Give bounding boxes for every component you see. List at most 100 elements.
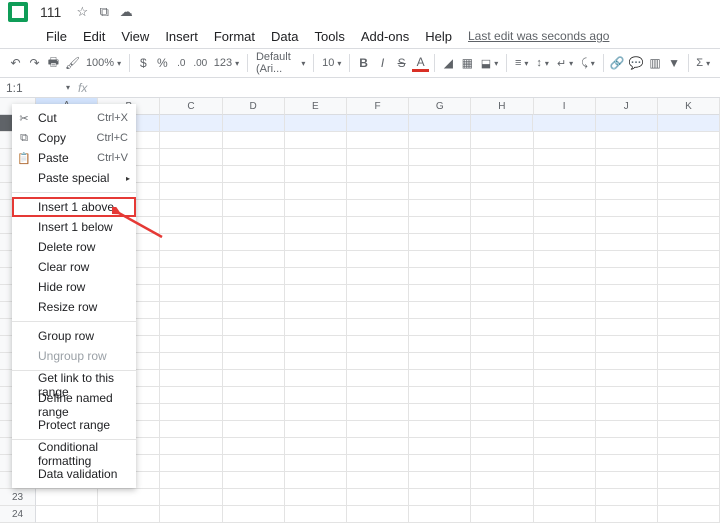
cell[interactable] — [285, 234, 347, 251]
cell[interactable] — [534, 251, 596, 268]
bold-button[interactable]: B — [355, 52, 372, 74]
chart-button[interactable]: ▥ — [647, 52, 664, 74]
cell[interactable] — [596, 472, 658, 489]
cell[interactable] — [596, 251, 658, 268]
menu-help[interactable]: Help — [417, 27, 460, 46]
cell[interactable] — [347, 319, 409, 336]
cell[interactable] — [658, 353, 720, 370]
cell[interactable] — [596, 302, 658, 319]
cell[interactable] — [285, 200, 347, 217]
ctx-group-row[interactable]: Group row — [12, 326, 136, 346]
filter-button[interactable]: ▼ — [666, 52, 683, 74]
inc-decimal-button[interactable]: .00 — [192, 52, 209, 74]
cell[interactable] — [533, 115, 595, 132]
cell[interactable] — [223, 166, 285, 183]
cell[interactable] — [471, 319, 533, 336]
cell[interactable] — [347, 115, 409, 132]
cell[interactable] — [658, 183, 720, 200]
cell[interactable] — [534, 472, 596, 489]
cell[interactable] — [285, 472, 347, 489]
paint-format-button[interactable]: 🖌 — [64, 52, 81, 74]
cell[interactable] — [285, 387, 347, 404]
cell[interactable] — [347, 472, 409, 489]
name-box-dropdown-icon[interactable]: ▾ — [66, 83, 70, 92]
cell[interactable] — [223, 319, 285, 336]
cell[interactable] — [471, 336, 533, 353]
cell[interactable] — [658, 166, 720, 183]
cell[interactable] — [658, 115, 720, 132]
cell[interactable] — [347, 268, 409, 285]
cell[interactable] — [285, 285, 347, 302]
cell[interactable] — [596, 319, 658, 336]
cell[interactable] — [409, 489, 471, 506]
cell[interactable] — [596, 285, 658, 302]
cell[interactable] — [409, 234, 471, 251]
cell[interactable] — [160, 455, 222, 472]
rotate-button[interactable]: ⤹▾ — [577, 52, 599, 74]
undo-button[interactable]: ↶ — [7, 52, 24, 74]
cell[interactable] — [347, 285, 409, 302]
cell[interactable] — [471, 421, 533, 438]
cell[interactable] — [471, 353, 533, 370]
cell[interactable] — [596, 132, 658, 149]
cell[interactable] — [285, 455, 347, 472]
cell[interactable] — [347, 489, 409, 506]
cell[interactable] — [98, 489, 160, 506]
menu-edit[interactable]: Edit — [75, 27, 113, 46]
cell[interactable] — [160, 234, 222, 251]
cell[interactable] — [285, 132, 347, 149]
cell[interactable] — [285, 370, 347, 387]
cell[interactable] — [471, 200, 533, 217]
cell[interactable] — [160, 404, 222, 421]
cell[interactable] — [347, 370, 409, 387]
cell[interactable] — [223, 183, 285, 200]
cell[interactable] — [223, 302, 285, 319]
cell[interactable] — [658, 506, 720, 523]
cell[interactable] — [160, 353, 222, 370]
cell[interactable] — [471, 387, 533, 404]
ctx-data-valid[interactable]: Data validation — [12, 464, 136, 484]
cell[interactable] — [596, 268, 658, 285]
cell[interactable] — [285, 489, 347, 506]
ctx-copy[interactable]: ⧉ Copy Ctrl+C — [12, 128, 136, 148]
col-header[interactable]: D — [223, 98, 285, 115]
ctx-named-range[interactable]: Define named range — [12, 395, 136, 415]
cell[interactable] — [223, 455, 285, 472]
cell[interactable] — [596, 217, 658, 234]
doc-title[interactable]: 111 — [40, 4, 61, 20]
cell[interactable] — [658, 217, 720, 234]
italic-button[interactable]: I — [374, 52, 391, 74]
cell[interactable] — [160, 302, 222, 319]
cell[interactable] — [534, 319, 596, 336]
cell[interactable] — [534, 353, 596, 370]
cell[interactable] — [471, 285, 533, 302]
cell[interactable] — [160, 251, 222, 268]
cell[interactable] — [160, 285, 222, 302]
cell[interactable] — [98, 506, 160, 523]
cell[interactable] — [223, 472, 285, 489]
cell[interactable] — [596, 336, 658, 353]
ctx-cond-format[interactable]: Conditional formatting — [12, 444, 136, 464]
cell[interactable] — [471, 489, 533, 506]
cell[interactable] — [658, 455, 720, 472]
col-header[interactable]: I — [534, 98, 596, 115]
cell[interactable] — [409, 353, 471, 370]
cell[interactable] — [409, 421, 471, 438]
cell[interactable] — [285, 302, 347, 319]
cell[interactable] — [347, 353, 409, 370]
cell[interactable] — [285, 506, 347, 523]
cell[interactable] — [658, 200, 720, 217]
cell[interactable] — [658, 404, 720, 421]
cell[interactable] — [596, 370, 658, 387]
cell[interactable] — [285, 166, 347, 183]
ctx-clear-row[interactable]: Clear row — [12, 257, 136, 277]
cell[interactable] — [534, 404, 596, 421]
cell[interactable] — [534, 336, 596, 353]
cell[interactable] — [658, 132, 720, 149]
cell[interactable] — [534, 421, 596, 438]
cell[interactable] — [409, 404, 471, 421]
cell[interactable] — [409, 200, 471, 217]
cell[interactable] — [285, 149, 347, 166]
ctx-paste[interactable]: 📋 Paste Ctrl+V — [12, 148, 136, 168]
cell[interactable] — [596, 455, 658, 472]
